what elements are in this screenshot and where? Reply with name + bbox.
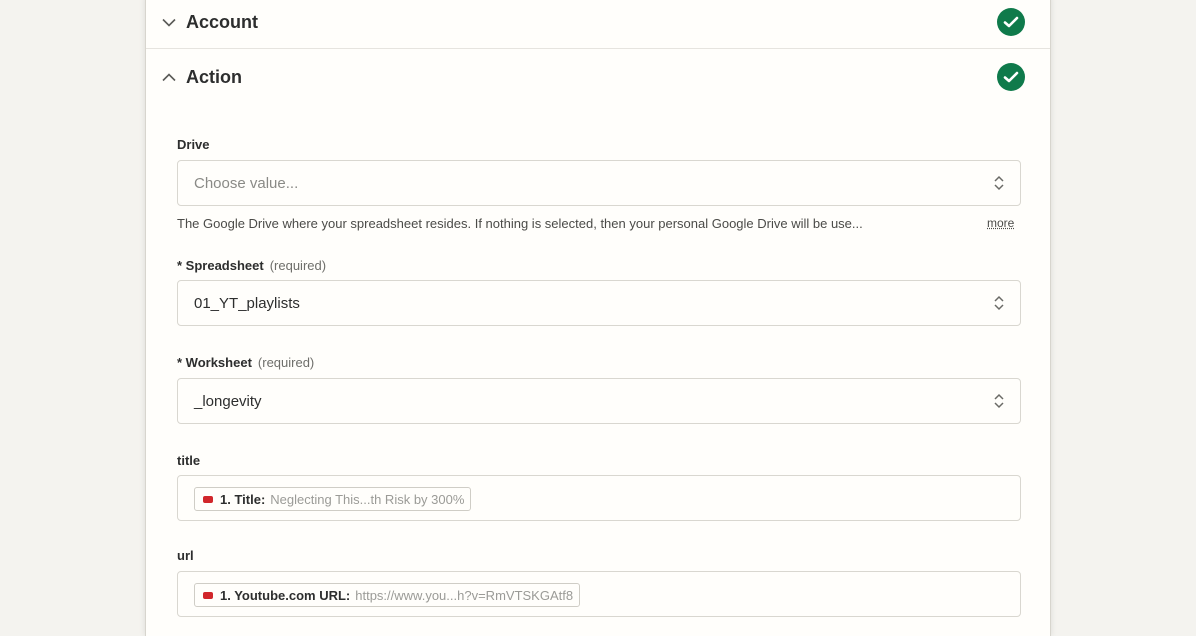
check-circle-icon [997,63,1025,91]
pill-key: 1. Youtube.com URL: [220,588,350,603]
drive-help-text: The Google Drive where your spreadsheet … [177,216,863,231]
youtube-icon [203,496,213,503]
spreadsheet-label: * Spreadsheet (required) [177,258,326,273]
spreadsheet-value: 01_YT_playlists [194,295,300,312]
title-field-label-text: title [177,453,200,468]
check-circle-icon [997,8,1025,36]
section-header-account[interactable]: Account [146,0,1050,48]
title-field-label: title [177,453,200,468]
url-field-label-text: url [177,548,194,563]
worksheet-select[interactable]: _longevity [177,378,1021,424]
chevron-down-icon [161,14,177,30]
select-arrows-icon [992,174,1006,192]
youtube-icon [203,592,213,599]
worksheet-label: * Worksheet (required) [177,355,314,370]
pill-value: https://www.you...h?v=RmVTSKGAtf8 [355,588,573,603]
spreadsheet-label-text: * Spreadsheet [177,258,264,273]
title-input[interactable]: 1. Title: Neglecting This...th Risk by 3… [177,475,1021,521]
section-title-action: Action [186,67,242,88]
drive-label: Drive [177,137,210,152]
select-arrows-icon [992,294,1006,312]
drive-select[interactable]: Choose value... [177,160,1021,206]
worksheet-value: _longevity [194,393,262,410]
url-input[interactable]: 1. Youtube.com URL: https://www.you...h?… [177,571,1021,617]
pill-key: 1. Title: [220,492,265,507]
worksheet-label-text: * Worksheet [177,355,252,370]
drive-more-link[interactable]: more [987,216,1014,230]
select-arrows-icon [992,392,1006,410]
mapped-field-pill[interactable]: 1. Title: Neglecting This...th Risk by 3… [194,487,471,511]
step-editor-panel: Account Action Drive Choose value... The… [145,0,1051,636]
pill-value: Neglecting This...th Risk by 300% [270,492,464,507]
mapped-field-pill[interactable]: 1. Youtube.com URL: https://www.you...h?… [194,583,580,607]
url-field-label: url [177,548,194,563]
required-marker: (required) [270,258,326,273]
required-marker: (required) [258,355,314,370]
spreadsheet-select[interactable]: 01_YT_playlists [177,280,1021,326]
section-divider [146,48,1050,49]
section-header-action[interactable]: Action [146,51,1050,103]
drive-placeholder: Choose value... [194,175,298,192]
chevron-up-icon [161,69,177,85]
drive-label-text: Drive [177,137,210,152]
section-title-account: Account [186,12,258,33]
